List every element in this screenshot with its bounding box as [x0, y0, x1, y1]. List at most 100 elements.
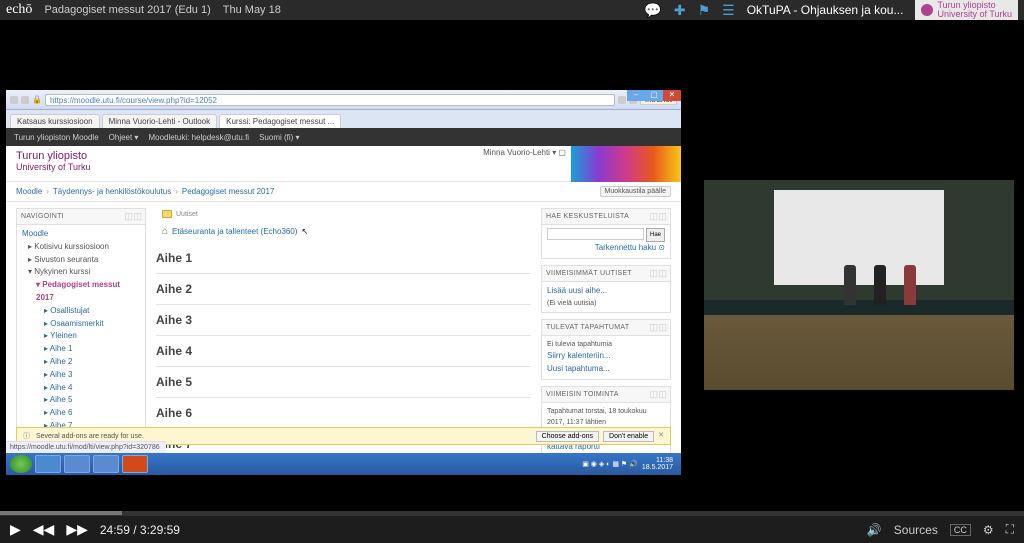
goto-calendar-link[interactable]: Siirry kalenteriin... [547, 351, 611, 360]
choose-addons-button[interactable]: Choose add-ons [536, 431, 599, 442]
moodle-site-name[interactable]: Turun yliopiston Moodle [14, 133, 99, 142]
topic-heading[interactable]: Aihe 5 [156, 367, 531, 398]
browser-tab[interactable]: Kurssi: Pedagogiset messut ... [219, 114, 341, 128]
nav-item[interactable]: ▸ Aihe 1 [22, 343, 140, 356]
breadcrumb-link[interactable]: Moodle [16, 187, 42, 196]
session-date: Thu May 18 [223, 4, 281, 16]
activity-since-text: Tapahtumat torstai, 18 toukokuu 2017, 11… [547, 406, 665, 428]
dont-enable-button[interactable]: Don't enable [603, 431, 654, 442]
block-controls-icon[interactable]: ◫ ◫ [649, 268, 666, 279]
lock-icon: 🔒 [32, 95, 42, 105]
rewind-button[interactable]: ◀◀ [33, 521, 55, 538]
search-button[interactable]: Hae [646, 228, 665, 242]
nav-item[interactable]: ▸ Osaamismerkit [22, 318, 140, 331]
presenter [874, 265, 886, 305]
browser-tabs: Katsaus kurssiosioon Minna Vuorio-Lehti … [6, 110, 681, 128]
block-controls-icon[interactable]: ◫ ◫ [649, 322, 666, 333]
timecode: 24:59 / 3:29:59 [100, 523, 180, 537]
block-controls-icon[interactable]: ◫ ◫ [124, 211, 141, 222]
maximize-icon[interactable]: ▢ [645, 90, 663, 101]
forward-button[interactable]: ▶▶ [66, 521, 88, 538]
course-title[interactable]: OkTuPA - Ohjauksen ja kou... [747, 3, 904, 17]
turku-logo-icon [921, 4, 933, 16]
camera-feed[interactable] [704, 180, 1014, 390]
window-controls: – ▢ ✕ [627, 90, 681, 101]
echo-logo: echō [6, 2, 32, 18]
nav-item[interactable]: ▸ Aihe 2 [22, 356, 140, 369]
start-button[interactable] [10, 455, 32, 473]
taskbar-app-icon[interactable] [35, 455, 61, 473]
taskbar-app-icon[interactable] [122, 455, 148, 473]
topic-heading[interactable]: Aihe 2 [156, 274, 531, 305]
taskbar-app-icon[interactable] [93, 455, 119, 473]
forum-search-input[interactable] [547, 228, 644, 240]
nav-item[interactable]: ▸ Kotisivu kurssiosioon [22, 241, 140, 254]
new-event-link[interactable]: Uusi tapahtuma... [547, 364, 610, 373]
taskbar-app-icon[interactable] [64, 455, 90, 473]
logged-in-user[interactable]: Minna Vuorio-Lehti ▾ ▢ [483, 148, 566, 157]
flag-icon[interactable]: ⚑ [698, 2, 711, 19]
add-topic-link[interactable]: Lisää uusi aihe... [547, 286, 607, 295]
topic-heading[interactable]: Aihe 1 [156, 243, 531, 274]
new-post-icon[interactable]: ✚ [674, 2, 686, 19]
block-title: HAE KESKUSTELUISTA [546, 213, 629, 220]
block-title: VIIMEISIN TOIMINTA [546, 391, 619, 398]
nav-item[interactable]: ▸ Aihe 4 [22, 382, 140, 395]
close-icon[interactable]: ✕ [663, 90, 681, 101]
topic-heading[interactable]: Aihe 4 [156, 336, 531, 367]
block-controls-icon[interactable]: ◫ ◫ [649, 389, 666, 400]
list-icon[interactable]: ☰ [722, 2, 735, 19]
system-tray[interactable]: ▣ ◉ ◈ ◐ ▦ ⚑ 🔊 11:3818.5.2017 [582, 457, 677, 471]
sources-button[interactable]: Sources [894, 523, 938, 537]
breadcrumb-link[interactable]: Pedagogiset messut 2017 [182, 187, 275, 196]
cursor-icon: ↖ [301, 227, 308, 236]
nav-item[interactable]: ▾ Nykyinen kurssi [22, 266, 140, 279]
nav-fwd-icon[interactable] [21, 96, 29, 104]
browser-tab[interactable]: Katsaus kurssiosioon [10, 114, 100, 128]
tray-icons[interactable]: ▣ ◉ ◈ ◐ ▦ ⚑ 🔊 [582, 460, 638, 468]
address-bar[interactable]: https://moodle.utu.fi/course/view.php?id… [45, 94, 615, 106]
block-title: TULEVAT TAPAHTUMAT [546, 324, 629, 331]
nav-item[interactable]: ▸ Aihe 6 [22, 407, 140, 420]
search-forums-block: HAE KESKUSTELUISTA ◫ ◫ Hae Tarkennettu ha… [541, 208, 671, 259]
activity-link[interactable]: Uutiset [176, 211, 198, 218]
chat-icon[interactable]: 💬 [644, 2, 661, 19]
advanced-search-link[interactable]: Tarkennettu haku [595, 243, 656, 252]
minimize-icon[interactable]: – [627, 90, 645, 101]
close-notification-icon[interactable]: ✕ [658, 431, 664, 442]
breadcrumb-link[interactable]: Täydennys- ja henkilöstökoulutus [53, 187, 171, 196]
video-stage: – ▢ ✕ 🔒 https://moodle.utu.fi/course/vie… [0, 20, 1024, 511]
nav-item[interactable]: ▸ Aihe 3 [22, 369, 140, 382]
block-title: VIIMEISIMMÄT UUTISET [546, 270, 632, 277]
home-icon: ⌂ [162, 226, 168, 237]
reload-icon[interactable] [618, 96, 626, 104]
session-title: Padagogiset messut 2017 (Edu 1) [44, 4, 210, 16]
projection-screen [774, 190, 944, 285]
nav-item[interactable]: ▸ Aihe 5 [22, 394, 140, 407]
no-news-text: (Ei vielä uutisia) [547, 298, 665, 309]
echo-top-bar: echō Padagogiset messut 2017 (Edu 1) Thu… [0, 0, 1024, 20]
fullscreen-icon[interactable]: ⛶ [1006, 522, 1014, 537]
topic-heading[interactable]: Aihe 3 [156, 305, 531, 336]
nav-item[interactable]: ▸ Osallistujat [22, 305, 140, 318]
browser-tab[interactable]: Minna Vuorio-Lehti - Outlook [102, 114, 218, 128]
institution-badge: Turun yliopistoUniversity of Turku [915, 0, 1018, 20]
block-controls-icon[interactable]: ◫ ◫ [649, 211, 666, 222]
play-button[interactable]: ▶ [10, 521, 21, 538]
screen-share[interactable]: – ▢ ✕ 🔒 https://moodle.utu.fi/course/vie… [6, 90, 681, 475]
nav-item[interactable]: Moodle [22, 228, 140, 241]
moodle-menu-item[interactable]: Ohjeet ▾ [109, 133, 139, 142]
brand-stripe [571, 146, 681, 182]
nav-current-course[interactable]: ▾ Pedagogiset messut 2017 [22, 279, 140, 305]
cc-button[interactable]: CC [950, 524, 971, 536]
nav-item[interactable]: ▸ Sivuston seuranta [22, 254, 140, 267]
upcoming-events-block: TULEVAT TAPAHTUMAT◫ ◫ Ei tulevia tapahtu… [541, 319, 671, 380]
nav-back-icon[interactable] [10, 96, 18, 104]
topic-heading[interactable]: Aihe 6 [156, 398, 531, 429]
edit-mode-button[interactable]: Muokkaustila päälle [600, 186, 671, 197]
nav-item[interactable]: ▸ Yleinen [22, 330, 140, 343]
volume-icon[interactable]: 🔊 [867, 523, 882, 537]
settings-icon[interactable]: ⚙ [983, 523, 994, 537]
moodle-menu-item[interactable]: Suomi (fi) ▾ [259, 133, 299, 142]
activity-link[interactable]: Etäseuranta ja tallenteet (Echo360) [172, 227, 297, 236]
